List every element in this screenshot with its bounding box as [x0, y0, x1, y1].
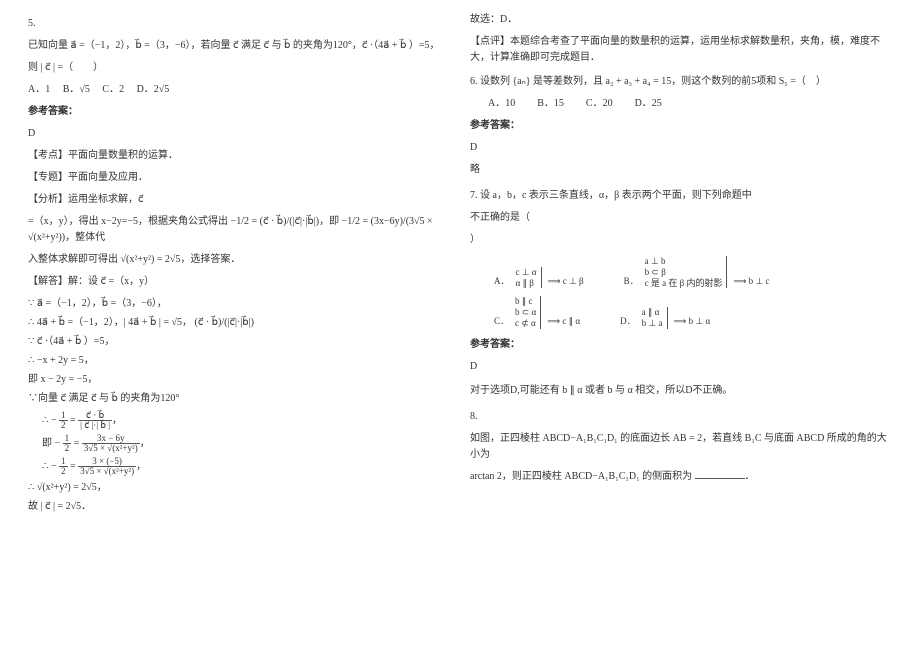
q5-options: A．1 B．√5 C．2 D．2√5 — [28, 82, 450, 98]
q5-point: 【考点】平面向量数量积的运算． — [28, 148, 450, 164]
q5-opt-b: B．√5 — [63, 84, 90, 95]
q6-options: A．10 B．15 C．20 D．25 — [488, 96, 892, 112]
q7-opt-b: B． a ⊥ b b ⊂ β c 是 a 在 β 内的射影 ⟹ b ⊥ c — [624, 256, 770, 288]
q7-answer: D — [470, 359, 892, 375]
q5-an2: 入整体求解即可得出 √(x²+y²) = 2√5，选择答案． — [28, 252, 450, 268]
r-conclude: 故选：D． — [470, 12, 892, 28]
q5-answer: D — [28, 126, 450, 142]
q7-opt-c: C． b ∥ c b ⊂ α c ⊄ α ⟹ c ∥ α — [494, 296, 580, 328]
q7-stem-2: 不正确的是（ — [470, 210, 892, 226]
q5-s8: 即 − 12 = 3x − 6y3√5 × √(x²+y²)， — [28, 434, 450, 453]
q7-a-label: A． — [494, 274, 510, 288]
q7-opt-d: D． a ∥ α b ⊥ a ⟹ b ⊥ α — [620, 296, 710, 328]
q7-stem-3: ） — [470, 232, 892, 248]
q7-b-label: B． — [624, 274, 639, 288]
q5-opt-c: C．2 — [102, 84, 124, 95]
q7-c-label: C． — [494, 314, 509, 328]
q5-opt-d: D．2√5 — [137, 84, 170, 95]
q5-s11: 故 | c⃗ | = 2√5． — [28, 499, 450, 515]
q5-s4: ∴ −x + 2y = 5， — [28, 353, 450, 369]
q7-opt-a: A． c ⊥ α α ∥ β ⟹ c ⊥ β — [494, 256, 584, 288]
q6-answer-label: 参考答案： — [470, 118, 892, 134]
q5-analyze: 【分析】运用坐标求解，c⃗ — [28, 192, 450, 208]
q5-an1: =（x，y），得出 x−2y=−5，根据夹角公式得出 −1/2 = (c⃗ · … — [28, 214, 450, 246]
q5-stem-1: 已知向量 a⃗ =（−1，2），b⃗ =（3，−6），若向量 c⃗ 满足 c⃗ … — [28, 38, 450, 54]
left-column: 5. 已知向量 a⃗ =（−1，2），b⃗ =（3，−6），若向量 c⃗ 满足 … — [18, 12, 460, 639]
q6-opt-b: B．15 — [537, 96, 564, 112]
q8-number: 8. — [470, 409, 892, 425]
q5-number: 5. — [28, 16, 450, 32]
q7-answer-label: 参考答案： — [470, 337, 892, 353]
q5-opt-a: A．1 — [28, 84, 50, 95]
q7-row1: A． c ⊥ α α ∥ β ⟹ c ⊥ β B． a ⊥ b b ⊂ β c … — [494, 256, 892, 288]
q7-d-label: D． — [620, 314, 636, 328]
q8-stem-1: 如图，正四棱柱 ABCD−A₁B₁C₁D₁ 的底面边长 AB = 2，若直线 B… — [470, 431, 892, 463]
q6-opt-a: A．10 — [488, 96, 515, 112]
q5-s10: ∴ √(x²+y²) = 2√5， — [28, 480, 450, 496]
right-column: 故选：D． 【点评】本题综合考查了平面向量的数量积的运算，运用坐标求解数量积，夹… — [460, 12, 902, 639]
q5-stem-2: 则 | c⃗ | =（ ） — [28, 60, 450, 76]
q5-s2: ∴ 4a⃗ + b⃗ =（−1，2），| 4a⃗ + b⃗ | = √5， (c… — [28, 315, 450, 331]
q5-s1: ∵ a⃗ =（−1，2），b⃗ =（3，−6）， — [28, 296, 450, 312]
q5-s5: 即 x − 2y = −5， — [28, 372, 450, 388]
q7-row2: C． b ∥ c b ⊂ α c ⊄ α ⟹ c ∥ α D． a ∥ α b … — [494, 296, 892, 328]
fill-blank — [695, 469, 745, 479]
q6-stem: 6. 设数列 {aₙ} 是等差数列，且 a₂ + a₃ + a₄ = 15，则这… — [470, 74, 892, 90]
q6-opt-c: C．20 — [586, 96, 613, 112]
q5-answer-label: 参考答案： — [28, 104, 450, 120]
q6-answer: D — [470, 140, 892, 156]
q5-s3: ∵ c⃗ ·（4a⃗ + b⃗ ）=5， — [28, 334, 450, 350]
q7-stem-1: 7. 设 a，b，c 表示三条直线，α，β 表示两个平面，则下列命题中 — [470, 188, 892, 204]
q5-s7: ∴ − 12 = c⃗ · b⃗| c⃗ |·| b⃗ |， — [28, 411, 450, 430]
q5-s6: ∵向量 c⃗ 满足 c⃗ 与 b⃗ 的夹角为120° — [28, 391, 450, 407]
q5-solve: 【解答】解：设 c⃗ =（x，y） — [28, 274, 450, 290]
q5-topic: 【专题】平面向量及应用． — [28, 170, 450, 186]
q8-stem-2: arctan 2，则正四棱柱 ABCD−A₁B₁C₁D₁ 的侧面积为 ． — [470, 469, 892, 485]
q5-s9: ∴ − 12 = 3 × (−5)3√5 × √(x²+y²)， — [28, 457, 450, 476]
q7-expl: 对于选项D,可能还有 b ∥ α 或者 b 与 α 相交，所以D不正确。 — [470, 383, 892, 399]
q6-brief: 略 — [470, 162, 892, 178]
r-comment: 【点评】本题综合考查了平面向量的数量积的运算，运用坐标求解数量积，夹角，模，难度… — [470, 34, 892, 66]
q6-opt-d: D．25 — [635, 96, 662, 112]
